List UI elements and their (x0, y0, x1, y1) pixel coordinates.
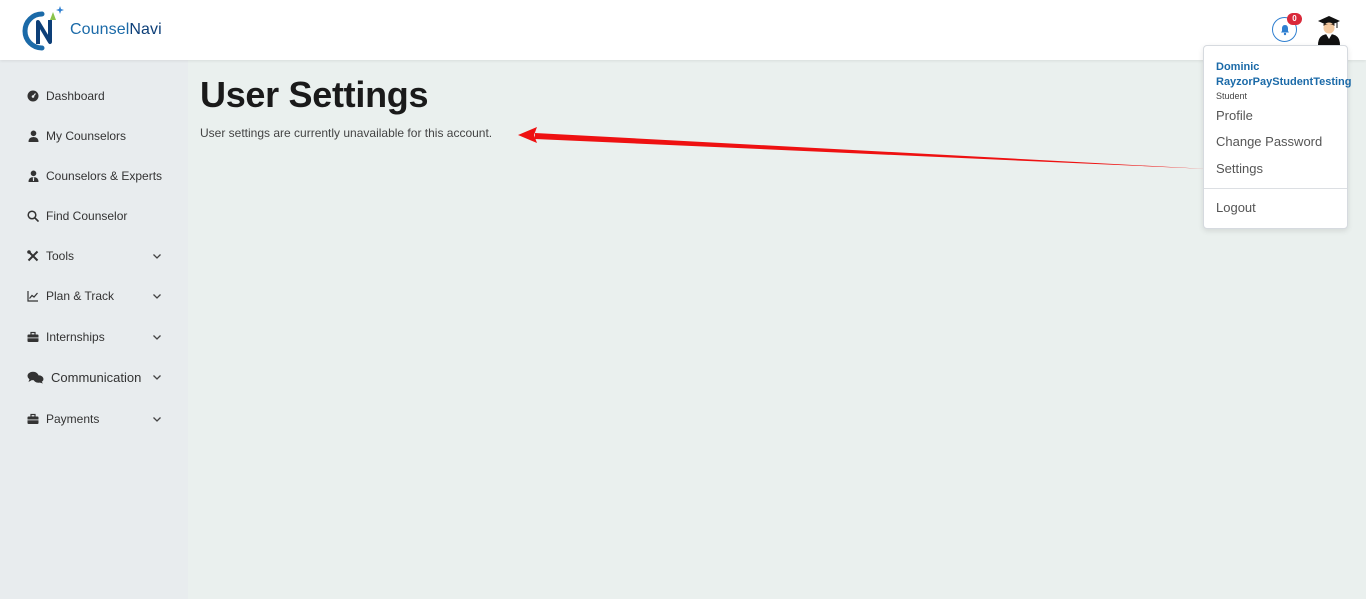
sidebar-item-label: Dashboard (46, 89, 105, 103)
sidebar-item-communication[interactable]: Communication (0, 357, 188, 397)
line-chart-icon (27, 290, 39, 302)
sidebar-item-label: My Counselors (46, 129, 127, 143)
sidebar-item-counselors-experts[interactable]: Counselors & Experts (0, 156, 188, 196)
sidebar-item-label: Communication (51, 369, 142, 385)
chevron-down-icon (153, 294, 161, 299)
sidebar-item-label: Plan & Track (46, 289, 115, 303)
graduate-avatar-icon[interactable] (1316, 15, 1342, 45)
chevron-down-icon (153, 335, 161, 340)
sidebar-item-dashboard[interactable]: Dashboard (0, 76, 188, 116)
main-content: User Settings User settings are currentl… (188, 60, 1366, 599)
user-tie-icon (27, 170, 39, 182)
menu-divider (1204, 188, 1347, 189)
notifications-button[interactable]: 0 (1272, 13, 1302, 42)
sidebar-item-label: Tools (46, 249, 75, 263)
chat-bubbles-icon (27, 371, 44, 383)
menu-item-profile[interactable]: Profile (1216, 108, 1253, 123)
tools-icon (27, 250, 39, 262)
user-menu-dropdown: Dominic RayzorPayStudentTesting Student … (1203, 45, 1352, 229)
search-icon (27, 210, 39, 222)
counselnavi-logo-icon (22, 6, 64, 51)
user-name: Dominic RayzorPayStudentTesting (1216, 61, 1352, 88)
sidebar-item-label: Counselors & Experts (46, 169, 163, 183)
sidebar-item-my-counselors[interactable]: My Counselors (0, 116, 188, 156)
user-icon (27, 130, 39, 142)
chevron-down-icon (153, 254, 161, 259)
brand-logo[interactable]: CounselNavi (16, 4, 162, 56)
briefcase-icon (27, 413, 39, 425)
sidebar-item-plan-track[interactable]: Plan & Track (0, 276, 188, 316)
briefcase-icon (27, 331, 39, 343)
sidebar-item-label: Payments (46, 412, 100, 426)
sidebar-item-payments[interactable]: Payments (0, 399, 188, 439)
chevron-down-icon (153, 375, 161, 380)
brand-name: CounselNavi (70, 21, 162, 38)
notification-count-badge: 0 (1287, 13, 1302, 25)
settings-unavailable-message: User settings are currently unavailable … (200, 126, 493, 140)
sidebar: Dashboard My Counselors Counselors & Exp… (0, 60, 188, 599)
sidebar-item-label: Internships (46, 330, 105, 344)
bell-icon (1280, 24, 1289, 35)
menu-item-logout[interactable]: Logout (1216, 200, 1256, 215)
menu-item-change-password[interactable]: Change Password (1216, 134, 1322, 149)
sidebar-item-tools[interactable]: Tools (0, 236, 188, 276)
menu-item-settings[interactable]: Settings (1216, 161, 1263, 176)
dashboard-gauge-icon (27, 90, 39, 102)
sidebar-item-internships[interactable]: Internships (0, 317, 188, 357)
top-bar: CounselNavi 0 (0, 0, 1366, 60)
sidebar-item-find-counselor[interactable]: Find Counselor (0, 196, 188, 236)
user-role: Student (1216, 91, 1248, 101)
sidebar-item-label: Find Counselor (46, 209, 128, 223)
page-title: User Settings (200, 74, 429, 115)
chevron-down-icon (153, 417, 161, 422)
